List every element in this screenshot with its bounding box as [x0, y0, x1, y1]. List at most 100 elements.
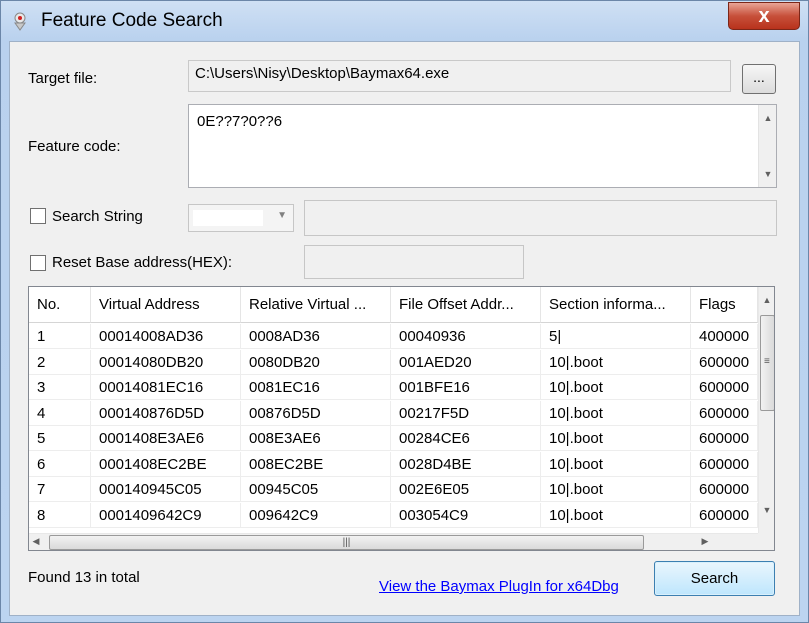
cell-virtual-address: 0001408E3AE6: [91, 426, 241, 451]
results-table[interactable]: No. Virtual Address Relative Virtual ...…: [28, 286, 775, 551]
cell-no: 1: [29, 324, 91, 349]
search-string-input[interactable]: [304, 200, 777, 236]
grip-icon: ≡: [764, 356, 770, 367]
cell-no: 2: [29, 349, 91, 375]
cell-section-information: 10|.boot: [541, 349, 691, 375]
search-string-checkbox[interactable]: [30, 208, 46, 224]
cell-relative-virtual-address: 0080DB20: [241, 349, 391, 375]
feature-code-label: Feature code:: [28, 138, 121, 155]
table-header: No. Virtual Address Relative Virtual ...…: [29, 287, 759, 323]
cell-flags: 600000: [691, 477, 758, 502]
cell-no: 3: [29, 375, 91, 400]
cell-file-offset-address: 00284CE6: [391, 426, 541, 451]
cell-flags: 600000: [691, 349, 758, 375]
column-header-section-information[interactable]: Section informa...: [541, 287, 691, 323]
chevron-down-icon: ▼: [277, 210, 287, 221]
cell-flags: 400000: [691, 324, 758, 349]
cell-flags: 600000: [691, 502, 758, 528]
cell-virtual-address: 0001408EC2BE: [91, 451, 241, 477]
window-title: Feature Code Search: [41, 10, 223, 31]
target-file-path: C:\Users\Nisy\Desktop\Baymax64.exe: [195, 65, 450, 82]
scroll-right-icon[interactable]: ▶: [696, 536, 714, 547]
cell-section-information: 10|.boot: [541, 426, 691, 451]
cell-virtual-address: 00014080DB20: [91, 349, 241, 375]
cell-virtual-address: 0001409642C9: [91, 502, 241, 528]
cell-file-offset-address: 001BFE16: [391, 375, 541, 400]
table-row[interactable]: 1 00014008AD36 0008AD36 00040936 5| 400000: [29, 324, 758, 350]
cell-no: 8: [29, 502, 91, 528]
cell-section-information: 10|.boot: [541, 502, 691, 528]
table-row[interactable]: 5 0001408E3AE6 008E3AE6 00284CE6 10|.boot 600…: [29, 426, 758, 452]
feature-code-input[interactable]: 0E??7?0??6 ▲ ▼: [188, 104, 777, 188]
cell-file-offset-address: 002E6E05: [391, 477, 541, 502]
cell-relative-virtual-address: 0081EC16: [241, 375, 391, 400]
cell-flags: 600000: [691, 451, 758, 477]
feature-code-scrollbar[interactable]: ▲ ▼: [758, 105, 776, 187]
cell-relative-virtual-address: 00945C05: [241, 477, 391, 502]
cell-flags: 600000: [691, 426, 758, 451]
target-file-path-field[interactable]: C:\Users\Nisy\Desktop\Baymax64.exe: [188, 60, 731, 92]
feature-code-value: 0E??7?0??6: [197, 113, 283, 130]
table-row[interactable]: 2 00014080DB20 0080DB20 001AED20 10|.boot 600…: [29, 349, 758, 376]
cell-virtual-address: 00014008AD36: [91, 324, 241, 349]
search-button-label: Search: [690, 570, 739, 587]
reset-base-checkbox[interactable]: [30, 255, 46, 271]
plugin-link[interactable]: View the Baymax PlugIn for x64Dbg: [379, 578, 619, 595]
column-header-relative-virtual-address[interactable]: Relative Virtual ...: [241, 287, 391, 323]
column-header-file-offset-address[interactable]: File Offset Addr...: [391, 287, 541, 323]
cell-virtual-address: 000140876D5D: [91, 400, 241, 426]
cell-section-information: 10|.boot: [541, 400, 691, 426]
vertical-scroll-thumb[interactable]: ≡: [760, 315, 774, 411]
cell-section-information: 10|.boot: [541, 375, 691, 400]
scroll-down-icon[interactable]: ▼: [758, 505, 774, 515]
column-header-flags[interactable]: Flags: [691, 287, 758, 323]
horizontal-scroll-thumb[interactable]: |||: [49, 535, 644, 550]
cell-virtual-address: 00014081EC16: [91, 375, 241, 400]
close-icon: x: [758, 5, 770, 27]
cell-relative-virtual-address: 009642C9: [241, 502, 391, 528]
target-file-label: Target file:: [28, 70, 98, 87]
table-row[interactable]: 8 0001409642C9 009642C9 003054C9 10|.boot 600…: [29, 502, 758, 529]
select-value: [193, 210, 263, 226]
grip-icon: |||: [342, 537, 351, 548]
browse-button[interactable]: ...: [742, 64, 776, 94]
scroll-up-icon[interactable]: ▲: [758, 295, 774, 305]
dialog-window: Feature Code Search x Target file: C:\Us…: [0, 0, 809, 623]
cell-no: 4: [29, 400, 91, 426]
column-header-no[interactable]: No.: [29, 287, 91, 323]
cell-flags: 600000: [691, 400, 758, 426]
dialog-client-area: Target file: C:\Users\Nisy\Desktop\Bayma…: [9, 41, 800, 616]
table-vertical-scrollbar[interactable]: ▲ ≡ ▼: [758, 287, 774, 533]
table-row[interactable]: 3 00014081EC16 0081EC16 001BFE16 10|.boot 600…: [29, 375, 758, 401]
search-string-type-select[interactable]: ▼: [188, 204, 294, 232]
cell-file-offset-address: 003054C9: [391, 502, 541, 528]
cell-file-offset-address: 00217F5D: [391, 400, 541, 426]
column-header-virtual-address[interactable]: Virtual Address: [91, 287, 241, 323]
cell-relative-virtual-address: 0008AD36: [241, 324, 391, 349]
results-status: Found 13 in total: [28, 569, 140, 586]
close-button[interactable]: x: [728, 2, 800, 30]
scroll-down-icon[interactable]: ▼: [759, 169, 777, 179]
table-row[interactable]: 7 000140945C05 00945C05 002E6E05 10|.boot 600…: [29, 477, 758, 503]
reset-base-label: Reset Base address(HEX):: [52, 254, 233, 271]
table-row[interactable]: 4 000140876D5D 00876D5D 00217F5D 10|.boot 600…: [29, 400, 758, 427]
title-bar[interactable]: Feature Code Search x: [1, 1, 808, 41]
table-row[interactable]: 6 0001408EC2BE 008EC2BE 0028D4BE 10|.boot 600…: [29, 451, 758, 478]
app-icon: [14, 12, 26, 31]
browse-button-label: ...: [753, 69, 765, 85]
scroll-corner: [758, 533, 774, 550]
cell-flags: 600000: [691, 375, 758, 400]
search-button[interactable]: Search: [654, 561, 775, 596]
cell-relative-virtual-address: 008E3AE6: [241, 426, 391, 451]
scroll-up-icon[interactable]: ▲: [759, 113, 777, 123]
cell-relative-virtual-address: 00876D5D: [241, 400, 391, 426]
cell-section-information: 10|.boot: [541, 477, 691, 502]
cell-no: 5: [29, 426, 91, 451]
scroll-left-icon[interactable]: ◀: [29, 536, 45, 547]
cell-section-information: 10|.boot: [541, 451, 691, 477]
table-horizontal-scrollbar[interactable]: ◀ ||| ▶: [29, 533, 758, 550]
base-address-input[interactable]: [304, 245, 524, 279]
search-string-label: Search String: [52, 208, 143, 225]
cell-no: 6: [29, 451, 91, 477]
cell-file-offset-address: 00040936: [391, 324, 541, 349]
